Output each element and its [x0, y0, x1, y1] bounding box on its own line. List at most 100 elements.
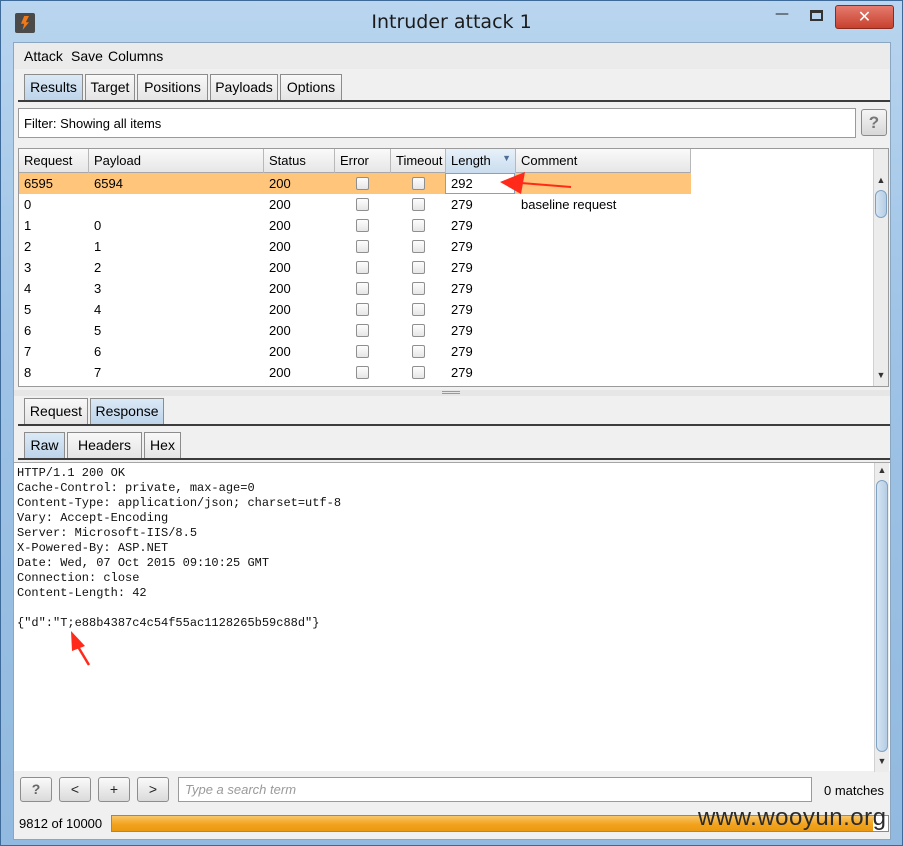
- pane-splitter[interactable]: [14, 390, 890, 396]
- table-row[interactable]: 7 6 200 279: [19, 341, 691, 362]
- response-line: Content-Type: application/json; charset=…: [17, 496, 342, 510]
- scroll-thumb[interactable]: [875, 190, 887, 218]
- response-line: Date: Wed, 07 Oct 2015 09:10:25 GMT: [17, 556, 270, 570]
- response-line: Content-Length: 42: [17, 586, 147, 600]
- error-checkbox: [356, 345, 369, 358]
- table-row[interactable]: 6595 6594 200 292: [19, 173, 691, 194]
- table-row[interactable]: 8 7 200 279: [19, 362, 691, 383]
- error-checkbox: [356, 198, 369, 211]
- scroll-up-icon[interactable]: ▲: [875, 175, 887, 188]
- column-header-length-label: Length: [451, 153, 491, 168]
- error-checkbox: [356, 324, 369, 337]
- tab-raw[interactable]: Raw: [24, 432, 65, 459]
- search-previous-button[interactable]: <: [59, 777, 91, 802]
- cell-payload: 4: [94, 302, 102, 317]
- response-scroll-down-icon[interactable]: ▼: [876, 756, 888, 769]
- cell-payload: 6594: [94, 176, 123, 191]
- timeout-checkbox: [412, 240, 425, 253]
- table-vertical-scrollbar[interactable]: ▲ ▼: [873, 149, 888, 386]
- response-scroll-thumb[interactable]: [876, 480, 888, 752]
- table-row[interactable]: 0 200 279 baseline request: [19, 194, 691, 215]
- tab-positions[interactable]: Positions: [137, 74, 208, 101]
- cell-status: 200: [269, 344, 291, 359]
- response-scroll-up-icon[interactable]: ▲: [876, 465, 888, 478]
- tab-options[interactable]: Options: [280, 74, 342, 101]
- close-button[interactable]: ✕: [835, 5, 894, 29]
- column-header-request[interactable]: Request: [19, 149, 89, 173]
- view-tab-divider: [18, 458, 890, 461]
- search-next-button[interactable]: >: [137, 777, 169, 802]
- column-header-payload[interactable]: Payload: [89, 149, 264, 173]
- cell-request: 6595: [24, 176, 53, 191]
- menu-save[interactable]: Save: [71, 48, 103, 64]
- cell-request: 3: [24, 260, 32, 275]
- tab-hex[interactable]: Hex: [144, 432, 181, 459]
- search-help-button[interactable]: ?: [20, 777, 52, 802]
- error-checkbox: [356, 219, 369, 232]
- timeout-checkbox: [412, 177, 425, 190]
- response-line: Cache-Control: private, max-age=0: [17, 481, 255, 495]
- timeout-checkbox: [412, 198, 425, 211]
- filter-help-button[interactable]: ?: [861, 109, 887, 136]
- cell-status: 200: [269, 239, 291, 254]
- timeout-checkbox: [412, 261, 425, 274]
- tab-target[interactable]: Target: [85, 74, 135, 101]
- search-add-button[interactable]: +: [98, 777, 130, 802]
- column-header-error[interactable]: Error: [335, 149, 391, 173]
- response-line: {"d":"T;e88b4387c4c54f55ac1128265b59c88d…: [17, 616, 320, 630]
- splitter-grip-icon: [442, 391, 460, 394]
- tab-divider: [18, 100, 890, 103]
- table-row[interactable]: 1 0 200 279: [19, 215, 691, 236]
- cell-length: 279: [451, 344, 473, 359]
- minimize-button[interactable]: —: [769, 5, 795, 27]
- table-row[interactable]: 5 4 200 279: [19, 299, 691, 320]
- response-viewer[interactable]: HTTP/1.1 200 OK Cache-Control: private, m…: [14, 462, 890, 772]
- tab-response[interactable]: Response: [90, 398, 164, 425]
- cell-request: 5: [24, 302, 32, 317]
- cell-payload: 0: [94, 218, 102, 233]
- cell-length: 292: [451, 176, 473, 191]
- response-line: HTTP/1.1 200 OK: [17, 466, 126, 480]
- cell-status: 200: [269, 176, 291, 191]
- title-bar[interactable]: Intruder attack 1 — ✕: [1, 1, 902, 41]
- results-table: Request Payload Status Error Timeout Len…: [18, 148, 889, 387]
- maximize-button[interactable]: [803, 5, 829, 27]
- scroll-down-icon[interactable]: ▼: [875, 370, 887, 383]
- timeout-checkbox: [412, 219, 425, 232]
- column-header-length[interactable]: Length ▼: [446, 149, 516, 173]
- column-header-comment[interactable]: Comment: [516, 149, 691, 173]
- tab-payloads[interactable]: Payloads: [210, 74, 278, 101]
- menu-attack[interactable]: Attack: [24, 48, 63, 64]
- response-line: Connection: close: [17, 571, 140, 585]
- error-checkbox: [356, 303, 369, 316]
- tab-results[interactable]: Results: [24, 74, 83, 101]
- table-row[interactable]: 4 3 200 279: [19, 278, 691, 299]
- tab-request[interactable]: Request: [24, 398, 88, 425]
- intruder-window: Intruder attack 1 — ✕ Attack Save Column…: [0, 0, 903, 846]
- cell-payload: 2: [94, 260, 102, 275]
- table-row[interactable]: 2 1 200 279: [19, 236, 691, 257]
- filter-bar[interactable]: Filter: Showing all items: [18, 108, 856, 138]
- window-title: Intruder attack 1: [371, 11, 532, 33]
- tab-headers[interactable]: Headers: [67, 432, 142, 459]
- timeout-checkbox: [412, 282, 425, 295]
- table-row[interactable]: 6 5 200 279: [19, 320, 691, 341]
- cell-length: 279: [451, 218, 473, 233]
- column-header-status[interactable]: Status: [264, 149, 335, 173]
- error-checkbox: [356, 366, 369, 379]
- search-input[interactable]: Type a search term: [178, 777, 812, 802]
- watermark-text: www.wooyun.org: [698, 804, 887, 831]
- response-line: X-Powered-By: ASP.NET: [17, 541, 169, 555]
- cell-request: 0: [24, 197, 32, 212]
- progress-label: 9812 of 10000: [19, 816, 103, 831]
- column-header-timeout[interactable]: Timeout: [391, 149, 446, 173]
- client-area: Attack Save Columns Results Target Posit…: [13, 42, 891, 840]
- menu-columns[interactable]: Columns: [108, 48, 163, 64]
- cell-payload: 7: [94, 365, 102, 380]
- table-row[interactable]: 3 2 200 279: [19, 257, 691, 278]
- cell-length: 279: [451, 281, 473, 296]
- cell-length: 279: [451, 302, 473, 317]
- sort-descending-icon: ▼: [502, 153, 511, 163]
- cell-length: 279: [451, 239, 473, 254]
- response-vertical-scrollbar[interactable]: ▲ ▼: [874, 463, 889, 772]
